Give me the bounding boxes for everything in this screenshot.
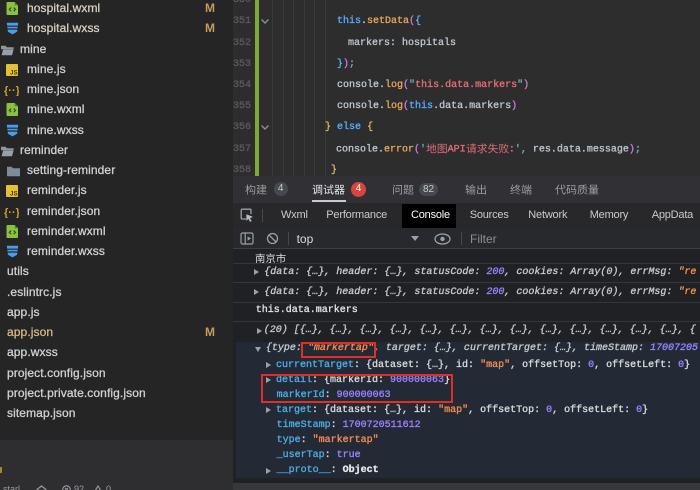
- svg-text:JS: JS: [10, 69, 18, 76]
- svg-text:{··}: {··}: [4, 85, 19, 96]
- svg-text:JS: JS: [10, 191, 18, 198]
- svg-text:{··}: {··}: [4, 207, 19, 218]
